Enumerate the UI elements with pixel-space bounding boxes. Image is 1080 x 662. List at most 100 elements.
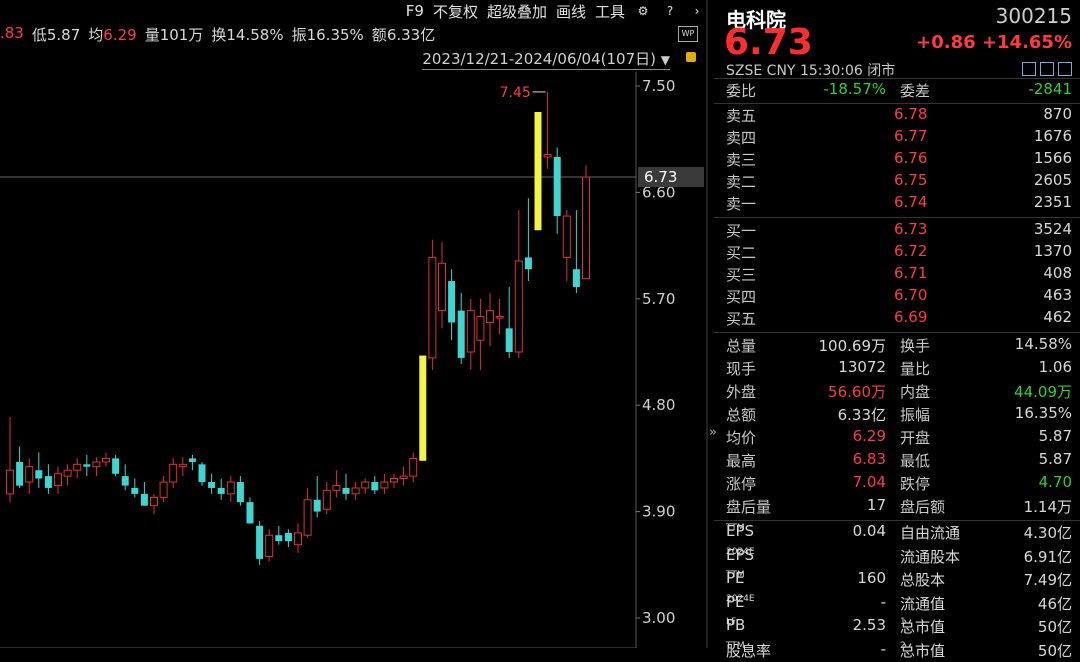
candle-body [543, 154, 552, 158]
bid-row[interactable]: 买四 6.70 463 [714, 286, 1080, 308]
menu-item[interactable]: F9 [406, 2, 424, 20]
help-icon[interactable]: ? [661, 2, 679, 20]
fund-label-text: PE [726, 569, 745, 587]
candle-body [399, 475, 408, 479]
bid-row[interactable]: 买二 6.72 1370 [714, 242, 1080, 264]
divider [714, 217, 1080, 218]
stat-label: 均 [88, 26, 104, 44]
panel-toolbar [1022, 62, 1072, 76]
stat-label: 总额 [726, 406, 757, 424]
stat-label: 盘后量 [726, 498, 772, 516]
stat-label: 盘后额 [900, 498, 946, 516]
last-price: 6.73 [724, 22, 813, 63]
level-price: 6.77 [894, 127, 928, 145]
exchange: SZSE [726, 63, 763, 79]
day-stats: .83 低5.87 均6.29 量101万 换14.58% 振16.35% 额6.33亿 [0, 24, 435, 45]
level-volume: 462 [1043, 308, 1072, 326]
menu-item[interactable]: 超级叠加 [487, 1, 547, 22]
fund-value: 2.53 [852, 616, 886, 634]
quote-panel: 电科院 300215 6.73 +0.86 +14.65% SZSE CNY 1… [714, 0, 1080, 660]
level-label: 卖二 [726, 173, 757, 191]
fundamental-row: PE 2024E - 流通值 46亿 [714, 593, 1080, 615]
candle-body [169, 463, 178, 483]
grid-icon[interactable] [1058, 62, 1072, 76]
gear-icon[interactable]: ⚙ [634, 2, 652, 20]
date-range-text: 2023/12/21-2024/06/04(107日) [422, 50, 656, 68]
ask-row[interactable]: 卖一 6.74 2351 [714, 193, 1080, 215]
candle-body [178, 463, 187, 468]
bid-row[interactable]: 买一 6.73 3524 [714, 220, 1080, 242]
candlestick-chart[interactable]: 7.506.605.704.803.903.006.737.45 [0, 72, 706, 648]
stat-label: 均价 [726, 429, 757, 447]
level-price: 6.72 [894, 242, 928, 260]
candle-body [428, 256, 437, 359]
level-label: 卖五 [726, 107, 757, 125]
candle-body [6, 469, 14, 495]
chart-topbar: .83 低5.87 均6.29 量101万 换14.58% 振16.35% 额6.33亿 … [0, 0, 706, 44]
change-percent: +14.65% [981, 32, 1072, 53]
bid-row[interactable]: 买五 6.69 462 [714, 308, 1080, 330]
stat-value: 5.87 [46, 26, 81, 44]
date-range-selector[interactable]: 2023/12/21-2024/06/04(107日) ▼ [422, 48, 670, 70]
candle-body [361, 481, 370, 489]
bid-row[interactable]: 买三 6.71 408 [714, 264, 1080, 286]
level-label: 买五 [726, 310, 757, 328]
fundamental-row: PB LF 2.53 总市值 1 50亿 [714, 616, 1080, 638]
weicha-value: -2841 [1028, 80, 1072, 98]
candle-body [35, 470, 43, 479]
lock-icon[interactable] [686, 52, 696, 62]
candle-body [159, 481, 168, 498]
level-label: 买一 [726, 222, 757, 240]
stats-row: 现手 13072 量比 1.06 [714, 358, 1080, 380]
y-tick-label: 3.90 [642, 503, 675, 521]
candle-body [466, 310, 475, 353]
level-volume: 870 [1043, 105, 1072, 123]
stat-label: 外盘 [726, 383, 757, 401]
stat-label: 开盘 [900, 429, 931, 447]
ask-row[interactable]: 卖四 6.77 1676 [714, 127, 1080, 149]
dropdown-triangle-icon[interactable]: ▼ [661, 53, 670, 67]
stat-label: 额 [371, 26, 387, 44]
panel-divider [706, 0, 708, 648]
fund-label: PE 2024E [726, 593, 755, 611]
stat-value: 6.29 [103, 26, 137, 44]
candle-body [582, 176, 590, 280]
level-price: 6.73 [894, 220, 928, 238]
wp-icon[interactable]: WP [678, 26, 698, 42]
candle-body [140, 493, 148, 506]
candle-body [457, 310, 465, 358]
stat-value: 14.58% [1014, 335, 1072, 353]
candle-body [332, 485, 341, 491]
candle-body [294, 532, 302, 546]
menu-item[interactable]: 画线 [556, 1, 586, 22]
ask-row[interactable]: 卖二 6.75 2605 [714, 171, 1080, 193]
candle-body [371, 482, 379, 491]
fund-label: 总市值 1 [900, 616, 945, 636]
divider [714, 103, 1080, 104]
stat-value: 44.09万 [1014, 383, 1072, 401]
chevron-right-icon[interactable]: › [688, 2, 706, 20]
stat-value: 16.35% [306, 26, 364, 44]
window-icon[interactable] [1040, 62, 1054, 76]
level-volume: 3524 [1033, 220, 1072, 238]
stat-value: 5.87 [1038, 450, 1072, 468]
candle-body [236, 482, 244, 503]
candle-body [380, 481, 389, 489]
candle-body [514, 260, 523, 353]
ask-row[interactable]: 卖五 6.78 870 [714, 105, 1080, 127]
stat-label: 内盘 [900, 383, 931, 401]
current-price-label: 6.73 [644, 168, 677, 186]
candle-body [92, 461, 101, 468]
candle-body [313, 499, 321, 512]
menu-item[interactable]: 不复权 [433, 1, 478, 22]
menu-item[interactable]: 工具 [595, 1, 625, 22]
edit-icon[interactable] [1022, 62, 1036, 76]
kline-chart-area[interactable]: .83 低5.87 均6.29 量101万 换14.58% 振16.35% 额6.33亿 … [0, 0, 706, 648]
chart-menu: F9 不复权 超级叠加 画线 工具 ⚙? › [406, 0, 706, 22]
stat-value: 5.87 [1038, 427, 1072, 445]
candle-body [265, 534, 274, 558]
weibi-row: 委比 -18.57% 委差 -2841 [714, 80, 1080, 102]
ask-row[interactable]: 卖三 6.76 1566 [714, 149, 1080, 171]
level-price: 6.78 [894, 105, 928, 123]
candle-body [63, 469, 72, 477]
